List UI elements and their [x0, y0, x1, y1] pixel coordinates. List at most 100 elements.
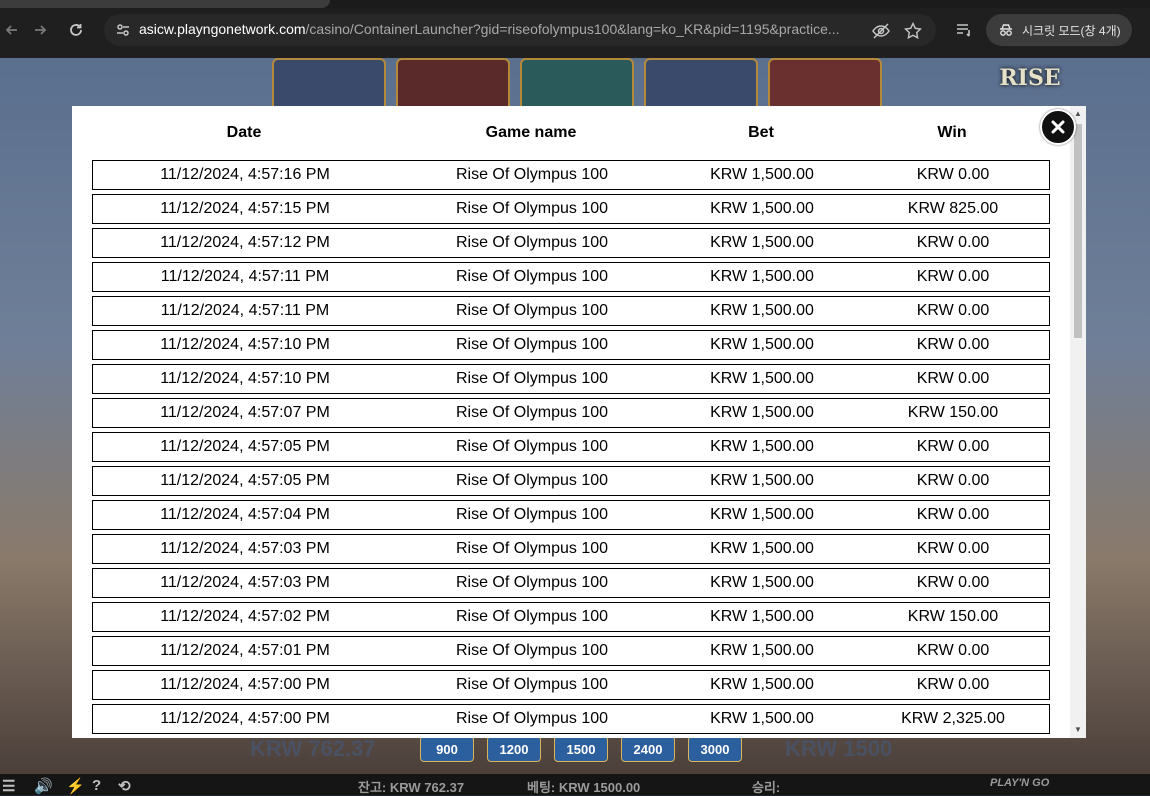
- table-row: 11/12/2024, 4:57:00 PM Rise Of Olympus 10…: [92, 704, 1050, 734]
- incognito-indicator[interactable]: 시크릿 모드(창 4개): [986, 14, 1132, 46]
- cell-win: KRW 0.00: [916, 540, 990, 557]
- menu-icon[interactable]: ☰: [2, 777, 15, 795]
- bet-chip[interactable]: 1200: [487, 736, 541, 762]
- bet-chip[interactable]: 3000: [688, 736, 742, 762]
- cell-win: KRW 0.00: [916, 438, 990, 455]
- cell-bet: KRW 1,500.00: [710, 608, 814, 625]
- cell-game-name: Rise Of Olympus 100: [455, 200, 609, 217]
- table-row: 11/12/2024, 4:57:10 PM Rise Of Olympus 10…: [92, 330, 1050, 360]
- cell-date: 11/12/2024, 4:57:07 PM: [160, 404, 330, 421]
- cell-date: 11/12/2024, 4:57:03 PM: [160, 540, 330, 557]
- url-host: asicw.playngonetwork.com: [139, 21, 306, 37]
- cell-game-name: Rise Of Olympus 100: [455, 166, 609, 183]
- site-settings-icon[interactable]: [112, 19, 134, 41]
- table-row: 11/12/2024, 4:57:11 PM Rise Of Olympus 10…: [92, 262, 1050, 292]
- bookmark-star-icon[interactable]: [902, 20, 924, 42]
- bet-chip[interactable]: 1500: [554, 736, 608, 762]
- cell-win: KRW 0.00: [916, 166, 990, 183]
- status-balance: 잔고: KRW 762.37: [358, 780, 465, 795]
- table-row: 11/12/2024, 4:57:04 PM Rise Of Olympus 10…: [92, 500, 1050, 530]
- tab-strip: [0, 0, 1150, 8]
- reading-list-icon[interactable]: [952, 18, 976, 42]
- cell-win: KRW 150.00: [907, 404, 999, 421]
- cell-bet: KRW 1,500.00: [710, 404, 814, 421]
- cell-game-name: Rise Of Olympus 100: [455, 234, 609, 251]
- cell-bet: KRW 1,500.00: [710, 574, 814, 591]
- cell-win: KRW 0.00: [916, 574, 990, 591]
- scroll-up-icon[interactable]: ▲: [1073, 109, 1083, 119]
- scroll-down-icon[interactable]: ▼: [1073, 725, 1083, 735]
- cell-game-name: Rise Of Olympus 100: [455, 710, 609, 727]
- cell-game-name: Rise Of Olympus 100: [455, 676, 609, 693]
- status-win: 승리:: [752, 780, 781, 795]
- cell-date: 11/12/2024, 4:57:11 PM: [160, 268, 330, 285]
- cell-date: 11/12/2024, 4:57:11 PM: [160, 302, 330, 319]
- table-row: 11/12/2024, 4:57:01 PM Rise Of Olympus 10…: [92, 636, 1050, 666]
- cell-win: KRW 2,325.00: [901, 710, 1005, 727]
- cell-win: KRW 0.00: [916, 472, 990, 489]
- cell-win: KRW 825.00: [907, 200, 999, 217]
- url-text: asicw.playngonetwork.com/casino/Containe…: [139, 21, 859, 37]
- cell-bet: KRW 1,500.00: [710, 166, 814, 183]
- sound-icon[interactable]: 🔊: [34, 777, 53, 795]
- scroll-thumb[interactable]: [1074, 124, 1082, 338]
- cell-game-name: Rise Of Olympus 100: [455, 472, 609, 489]
- cell-win: KRW 0.00: [916, 676, 990, 693]
- cell-bet: KRW 1,500.00: [710, 200, 814, 217]
- address-bar[interactable]: asicw.playngonetwork.com/casino/Containe…: [104, 14, 936, 46]
- cell-date: 11/12/2024, 4:57:03 PM: [160, 574, 330, 591]
- cell-game-name: Rise Of Olympus 100: [455, 404, 609, 421]
- back-icon[interactable]: [0, 18, 24, 42]
- balance-display: KRW 762.37: [250, 736, 376, 761]
- cell-date: 11/12/2024, 4:57:12 PM: [160, 234, 330, 251]
- cell-game-name: Rise Of Olympus 100: [455, 438, 609, 455]
- browser-toolbar: asicw.playngonetwork.com/casino/Containe…: [0, 0, 1150, 58]
- turbo-icon[interactable]: ⚡: [66, 777, 85, 795]
- cell-win: KRW 0.00: [916, 642, 990, 659]
- bet-chip[interactable]: 900: [420, 736, 474, 762]
- history-table-header: Date Game name Bet Win: [92, 124, 1050, 146]
- table-row: 11/12/2024, 4:57:12 PM Rise Of Olympus 10…: [92, 228, 1050, 258]
- cell-bet: KRW 1,500.00: [710, 370, 814, 387]
- table-row: 11/12/2024, 4:57:05 PM Rise Of Olympus 10…: [92, 466, 1050, 496]
- history-rows: 11/12/2024, 4:57:16 PM Rise Of Olympus 10…: [92, 160, 1050, 738]
- cell-date: 11/12/2024, 4:57:10 PM: [160, 370, 330, 387]
- cell-bet: KRW 1,500.00: [710, 268, 814, 285]
- help-icon[interactable]: ?: [92, 777, 101, 794]
- status-bet: 베팅: KRW 1500.00: [527, 780, 641, 795]
- tracking-protection-icon[interactable]: [870, 20, 892, 42]
- cell-bet: KRW 1,500.00: [710, 438, 814, 455]
- stake-display: KRW 1500: [785, 736, 893, 761]
- cell-bet: KRW 1,500.00: [710, 540, 814, 557]
- game-status-bar: ☰ 🔊 ⚡ ? ⟲ 잔고: KRW 762.37 베팅: KRW 1500.00…: [0, 774, 1150, 795]
- cell-win: KRW 0.00: [916, 336, 990, 353]
- history-icon[interactable]: ⟲: [118, 777, 131, 795]
- cell-date: 11/12/2024, 4:57:04 PM: [160, 506, 330, 523]
- cell-game-name: Rise Of Olympus 100: [455, 336, 609, 353]
- scrollbar[interactable]: ▲ ▼: [1070, 106, 1086, 738]
- game-logo: RISE: [999, 65, 1061, 91]
- header-bet: Bet: [748, 124, 774, 141]
- cell-date: 11/12/2024, 4:57:00 PM: [160, 676, 330, 693]
- cell-win: KRW 150.00: [907, 608, 999, 625]
- game-history-dialog: Date Game name Bet Win 11/12/2024, 4:57:…: [72, 106, 1086, 738]
- cell-bet: KRW 1,500.00: [710, 710, 814, 727]
- table-row: 11/12/2024, 4:57:16 PM Rise Of Olympus 10…: [92, 160, 1050, 190]
- bet-chip[interactable]: 2400: [621, 736, 675, 762]
- cell-bet: KRW 1,500.00: [710, 302, 814, 319]
- table-row: 11/12/2024, 4:57:11 PM Rise Of Olympus 10…: [92, 296, 1050, 326]
- table-row: 11/12/2024, 4:57:00 PM Rise Of Olympus 10…: [92, 670, 1050, 700]
- cell-date: 11/12/2024, 4:57:15 PM: [160, 200, 330, 217]
- table-row: 11/12/2024, 4:57:15 PM Rise Of Olympus 10…: [92, 194, 1050, 224]
- forward-icon[interactable]: [28, 18, 52, 42]
- table-row: 11/12/2024, 4:57:07 PM Rise Of Olympus 10…: [92, 398, 1050, 428]
- incognito-label: 시크릿 모드(창 4개): [1022, 23, 1121, 38]
- close-button[interactable]: [1040, 109, 1076, 145]
- cell-win: KRW 0.00: [916, 506, 990, 523]
- cell-game-name: Rise Of Olympus 100: [455, 642, 609, 659]
- cell-date: 11/12/2024, 4:57:00 PM: [160, 710, 330, 727]
- cell-game-name: Rise Of Olympus 100: [455, 608, 609, 625]
- header-game-name: Game name: [485, 124, 577, 141]
- reload-icon[interactable]: [64, 18, 88, 42]
- brand-logo: PLAY'N GO: [990, 777, 1050, 789]
